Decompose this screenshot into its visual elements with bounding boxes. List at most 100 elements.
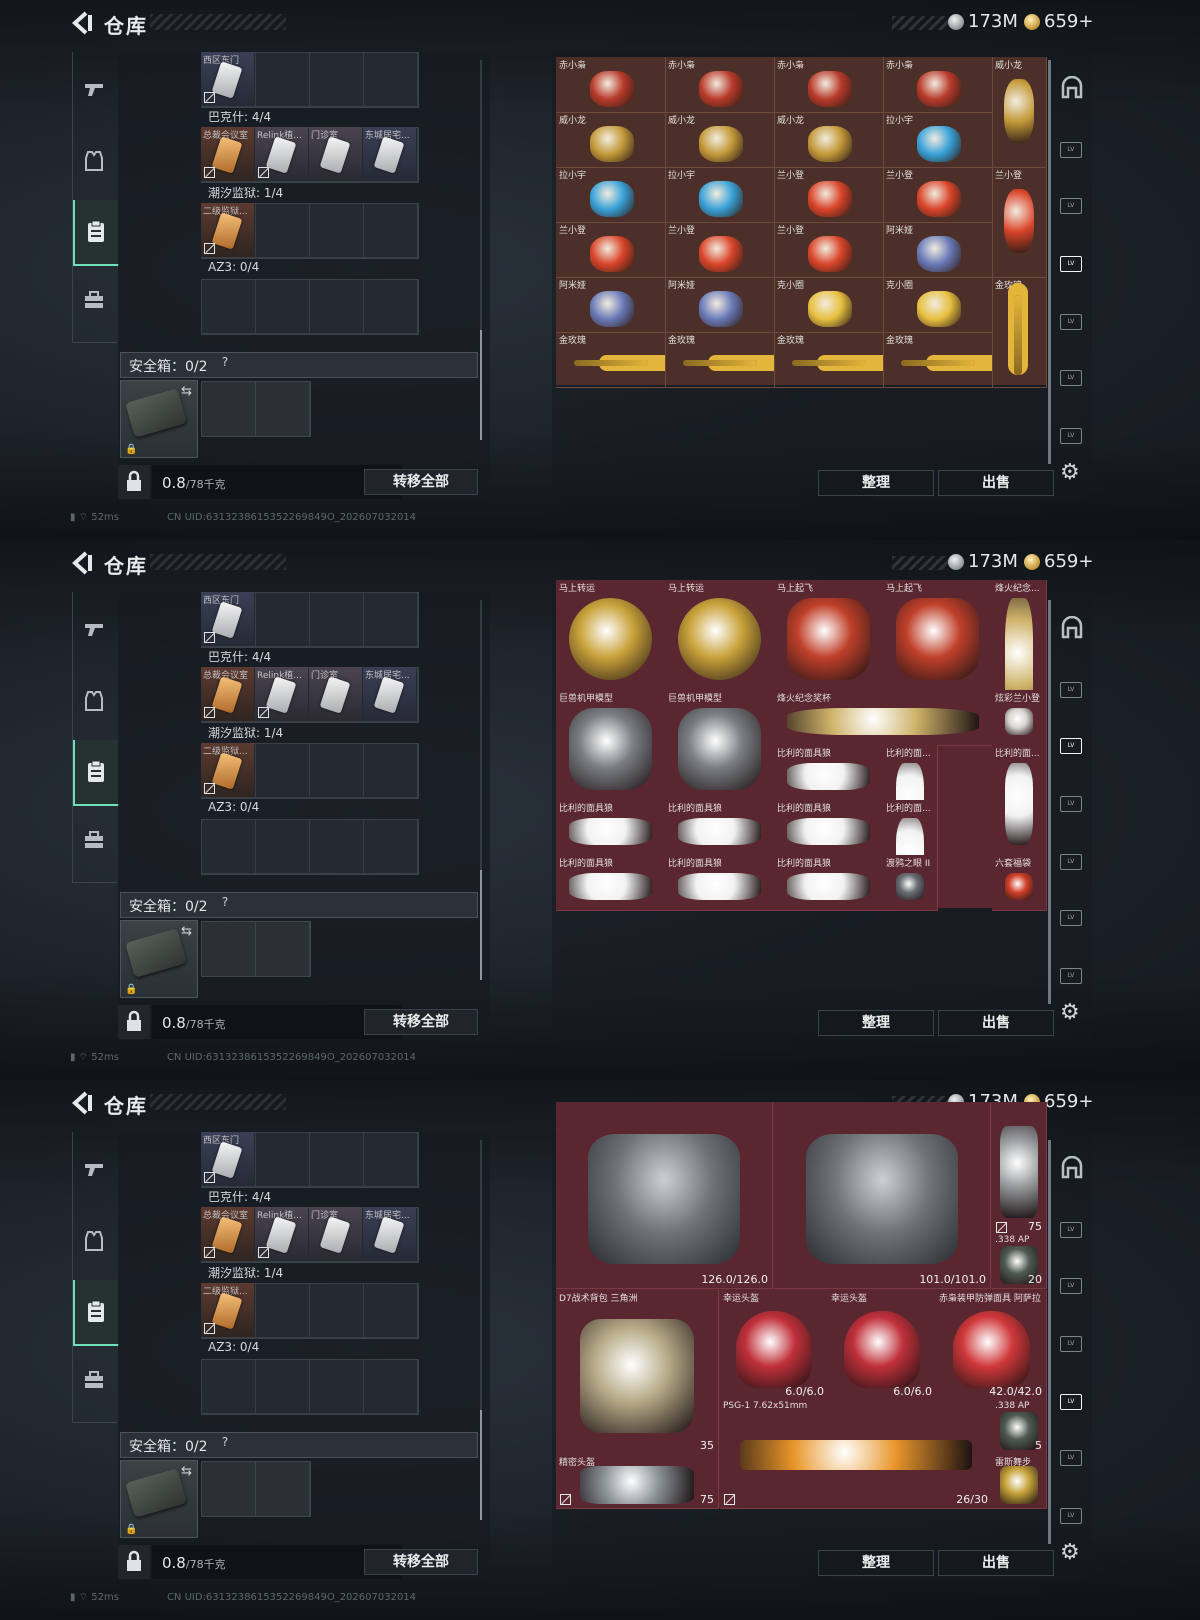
armor-item[interactable]: 101.0/101.0 <box>774 1102 991 1289</box>
inventory-scrollbar[interactable] <box>480 600 482 980</box>
storage-tab-5[interactable]: LV <box>1054 890 1090 946</box>
gold-amount[interactable]: 659+ <box>1044 551 1093 572</box>
storage-tab-4[interactable]: LV <box>1054 834 1090 890</box>
bag-item[interactable]: 精密头盔 75 <box>556 1454 719 1509</box>
collectible-item[interactable]: 马上起飞 <box>883 580 993 691</box>
key-item[interactable]: 门诊室 <box>309 667 362 721</box>
collectible-item[interactable]: 兰小登 <box>556 222 666 278</box>
key-item[interactable]: 东城居宅... <box>363 667 416 721</box>
collectible-item[interactable]: 威小龙 <box>992 57 1047 168</box>
nav-armor[interactable] <box>73 130 117 194</box>
storage-tab-4[interactable]: LV <box>1054 294 1090 350</box>
ammo-item[interactable]: .338 AP 5 <box>992 1400 1047 1455</box>
storage-tab-home[interactable] <box>1054 606 1090 662</box>
collectible-item[interactable]: 威小龙 <box>556 112 666 168</box>
armor-item[interactable]: 126.0/126.0 <box>556 1102 773 1289</box>
collectible-item[interactable]: 威小龙 <box>665 112 775 168</box>
storage-tab-6[interactable]: LV <box>1054 1488 1090 1544</box>
key-item[interactable]: 二级监狱... <box>201 1283 254 1337</box>
gold-amount[interactable]: 659+ <box>1044 1091 1093 1112</box>
storage-tab-5[interactable]: LV <box>1054 350 1090 406</box>
safe-box-item[interactable]: ⇆ 🔒 <box>120 1460 198 1538</box>
ammo-item[interactable]: .338 AP 20 <box>992 1234 1047 1289</box>
collectible-item[interactable]: 六套福袋 <box>992 855 1047 911</box>
storage-tab-2[interactable]: LV <box>1054 718 1090 774</box>
nav-toolbox[interactable] <box>73 1350 117 1414</box>
key-item[interactable]: 二级监狱... <box>201 203 254 257</box>
nav-weapons[interactable] <box>73 60 117 124</box>
storage-tab-1[interactable]: LV <box>1054 662 1090 718</box>
key-item[interactable]: 东城居宅... <box>363 127 416 181</box>
lock-icon[interactable] <box>118 465 150 499</box>
key-item[interactable]: 东城居宅... <box>363 1207 416 1261</box>
collectible-item[interactable]: 兰小登 <box>774 222 884 278</box>
settings-gear-icon[interactable]: ⚙ <box>1060 1540 1080 1565</box>
storage-tab-3[interactable]: LV <box>1054 236 1090 292</box>
storage-tab-6[interactable]: LV <box>1054 948 1090 1004</box>
storage-tab-3[interactable]: LV <box>1054 776 1090 832</box>
safe-box-item[interactable]: ⇆ 🔒 <box>120 920 198 998</box>
storage-scrollbar[interactable] <box>1048 1140 1051 1544</box>
key-item[interactable]: 二级监狱... <box>201 743 254 797</box>
collectible-item[interactable]: 巨兽机甲模型 <box>665 690 775 801</box>
storage-tab-1[interactable]: LV <box>1054 1202 1090 1258</box>
inventory-scrollbar[interactable] <box>480 1140 482 1520</box>
nav-weapons[interactable] <box>73 600 117 664</box>
collectible-item[interactable]: 比利的面具狼 <box>774 855 884 911</box>
key-item[interactable]: 门诊室 <box>309 1207 362 1261</box>
help-icon[interactable]: ? <box>218 1435 232 1449</box>
collectible-item[interactable]: 赤小枭 <box>774 57 884 113</box>
swap-icon[interactable]: ⇆ <box>181 1464 192 1479</box>
collectible-item[interactable]: 阿米娅 <box>665 277 775 333</box>
back-arrow-icon[interactable] <box>70 10 94 36</box>
key-item[interactable]: Relink植... <box>255 127 308 181</box>
swap-icon[interactable]: ⇆ <box>181 924 192 939</box>
back-arrow-icon[interactable] <box>70 1090 94 1116</box>
rifle-item[interactable]: PSG-1 7.62x51mm 26/30 <box>720 1400 993 1509</box>
collectible-item[interactable]: 赤小枭 <box>665 57 775 113</box>
sort-button[interactable]: 整理 <box>818 1010 934 1036</box>
storage-tab-3[interactable]: LV <box>1054 1316 1090 1372</box>
key-item[interactable]: 西区东门 <box>201 592 254 646</box>
lock-icon[interactable] <box>118 1005 150 1039</box>
helmet-item[interactable]: 幸运头盔 6.0/6.0 <box>720 1290 829 1401</box>
collectible-item[interactable]: 赤小枭 <box>883 57 993 113</box>
collectible-item[interactable]: 金玫瑰 <box>665 332 775 388</box>
key-item[interactable]: 总裁会议室 <box>201 667 254 721</box>
collectible-item[interactable]: 比利的面具狼 <box>556 855 666 911</box>
collectible-item[interactable]: 兰小登 <box>665 222 775 278</box>
collectible-item[interactable]: 兰小登 <box>774 167 884 223</box>
key-item[interactable]: 总裁会议室 <box>201 127 254 181</box>
collectible-item[interactable]: 金玫瑰 <box>883 332 993 388</box>
sell-button[interactable]: 出售 <box>938 470 1054 496</box>
storage-tab-2[interactable]: LV <box>1054 178 1090 234</box>
storage-scrollbar[interactable] <box>1048 60 1051 464</box>
collectible-item[interactable]: 拉小宇 <box>665 167 775 223</box>
nav-storage[interactable] <box>73 1280 119 1346</box>
collectible-item[interactable]: 克小圈 <box>883 277 993 333</box>
collectible-item[interactable]: 比利的面... <box>992 745 1047 856</box>
collectible-item[interactable]: 金玫瑰 <box>556 332 666 388</box>
collectible-item[interactable]: 炫彩兰小登 <box>992 690 1047 746</box>
backpack-item[interactable]: D7战术背包 三角洲 35 <box>556 1290 719 1455</box>
collectible-item[interactable]: 金玫瑰 <box>774 332 884 388</box>
storage-tab-1[interactable]: LV <box>1054 122 1090 178</box>
collectible-item[interactable]: 拉小宇 <box>556 167 666 223</box>
key-item[interactable]: 西区东门 <box>201 52 254 106</box>
collectible-item[interactable]: 阿米娅 <box>883 222 993 278</box>
storage-tab-4[interactable]: LV <box>1054 1374 1090 1430</box>
storage-tab-home[interactable] <box>1054 66 1090 122</box>
collectible-item[interactable]: 兰小登 <box>992 167 1047 278</box>
sell-button[interactable]: 出售 <box>938 1010 1054 1036</box>
collectible-item[interactable]: 比利的面具狼 <box>665 800 775 856</box>
storage-scrollbar[interactable] <box>1048 600 1051 1004</box>
storage-tab-6[interactable]: LV <box>1054 408 1090 464</box>
storage-tab-home[interactable] <box>1054 1146 1090 1202</box>
collectible-item[interactable]: 巨兽机甲模型 <box>556 690 666 801</box>
grenade-item[interactable]: 75 <box>992 1102 1047 1235</box>
transfer-all-button[interactable]: 转移全部 <box>364 1009 478 1035</box>
collectible-item[interactable]: 马上起飞 <box>774 580 884 691</box>
gold-amount[interactable]: 659+ <box>1044 11 1093 32</box>
help-icon[interactable]: ? <box>218 355 232 369</box>
key-item[interactable]: 西区东门 <box>201 1132 254 1186</box>
